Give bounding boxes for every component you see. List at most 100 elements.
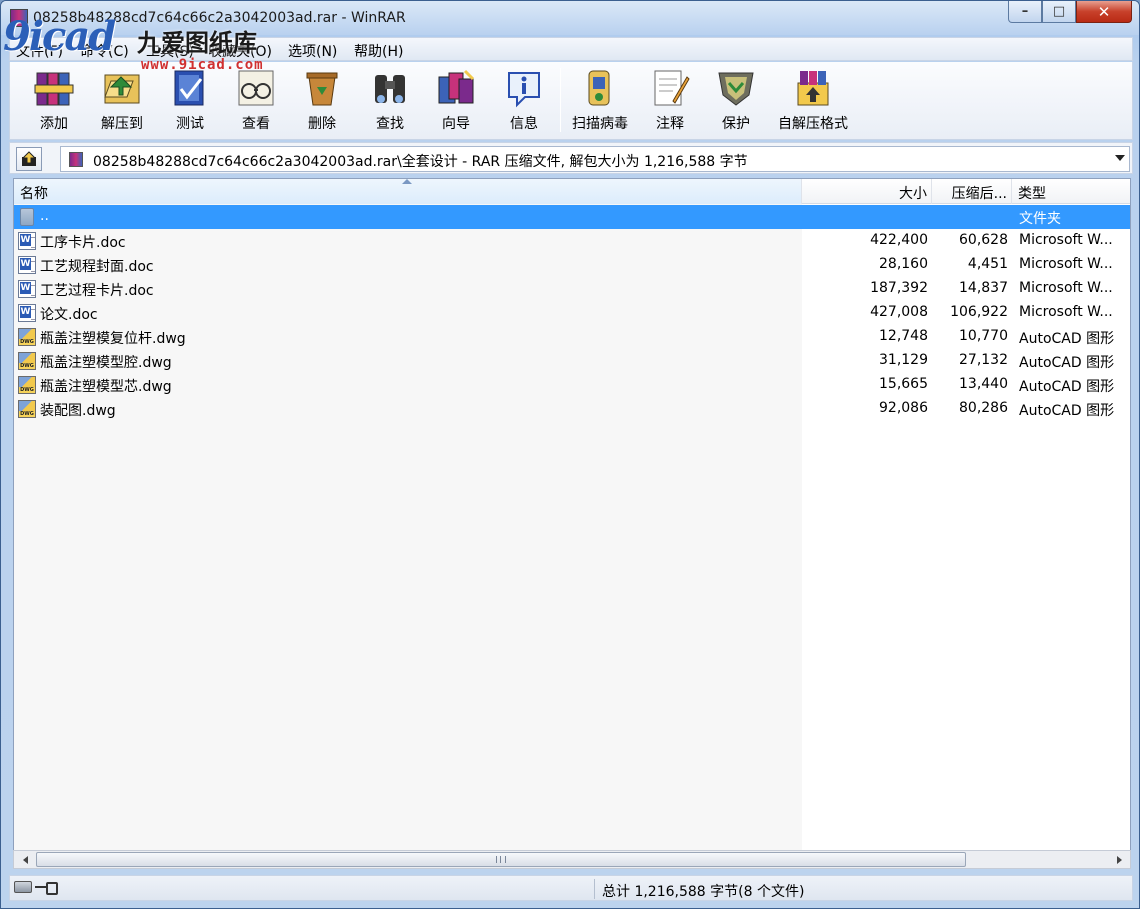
- file-type: Microsoft W...: [1019, 256, 1113, 272]
- file-type: Microsoft W...: [1019, 280, 1113, 296]
- sfx-button[interactable]: 自解压格式: [776, 66, 850, 136]
- file-type: 文件夹: [1019, 211, 1061, 227]
- table-row[interactable]: 工艺规程封面.doc 28,160 4,451 Microsoft W...: [14, 253, 1130, 277]
- minimize-icon: –: [1021, 4, 1029, 19]
- find-button[interactable]: 查找: [354, 66, 426, 136]
- column-header-type[interactable]: 类型: [1012, 179, 1130, 204]
- table-row[interactable]: 瓶盖注塑模型腔.dwg 31,129 27,132 AutoCAD 图形: [14, 349, 1130, 373]
- extract-to-button[interactable]: 解压到: [86, 66, 158, 136]
- file-packed: 10,770: [959, 328, 1008, 344]
- dwg-file-icon: [18, 352, 36, 370]
- file-packed: 106,922: [950, 304, 1008, 320]
- file-size: 31,129: [879, 352, 928, 368]
- file-name: 瓶盖注塑模复位杆.dwg: [40, 331, 186, 347]
- file-packed: 13,440: [959, 376, 1008, 392]
- file-name: 瓶盖注塑模型腔.dwg: [40, 355, 172, 371]
- file-name: 工序卡片.doc: [40, 235, 126, 251]
- info-button[interactable]: 信息: [488, 66, 560, 136]
- wizard-button[interactable]: 向导: [420, 66, 492, 136]
- file-size: 427,008: [870, 304, 928, 320]
- file-name: 工艺过程卡片.doc: [40, 283, 154, 299]
- watermark-overlay: 9icad 九爱图纸库 www.9icad.com: [3, 5, 303, 75]
- list-header: 名称 大小 压缩后... 类型: [14, 179, 1130, 204]
- close-icon: ✕: [1097, 2, 1111, 21]
- info-icon: [503, 66, 545, 110]
- file-type: Microsoft W...: [1019, 232, 1113, 248]
- scan-virus-label: 扫描病毒: [572, 116, 628, 132]
- wizard-label: 向导: [442, 116, 470, 132]
- table-row[interactable]: 装配图.dwg 92,086 80,286 AutoCAD 图形: [14, 397, 1130, 421]
- chevron-down-icon[interactable]: [1115, 155, 1125, 161]
- dwg-file-icon: [18, 328, 36, 346]
- rar-archive-icon: [69, 152, 83, 167]
- column-header-type-label: 类型: [1018, 186, 1046, 202]
- arrow-left-icon: [22, 855, 28, 864]
- test-button[interactable]: 测试: [154, 66, 226, 136]
- up-folder-button[interactable]: [16, 147, 42, 171]
- key-icon[interactable]: [35, 881, 58, 895]
- file-name: 工艺规程封面.doc: [40, 259, 154, 275]
- scan-virus-button[interactable]: 扫描病毒: [564, 66, 636, 136]
- toolbar-separator: [560, 68, 561, 132]
- minimize-button[interactable]: –: [1008, 1, 1042, 23]
- word-doc-icon: [18, 280, 36, 298]
- folder-icon: [20, 208, 34, 226]
- column-header-size-label: 大小: [899, 186, 927, 202]
- file-size: 15,665: [879, 376, 928, 392]
- column-header-packed-label: 压缩后...: [951, 186, 1007, 202]
- delete-label: 删除: [308, 116, 336, 132]
- file-packed: 4,451: [967, 256, 1008, 272]
- address-bar: 08258b48288cd7c64c66c2a3042003ad.rar\全套设…: [9, 142, 1133, 174]
- scroll-right-button[interactable]: [1110, 851, 1128, 868]
- file-type: AutoCAD 图形: [1019, 403, 1115, 419]
- status-bar: 总计 1,216,588 字节(8 个文件): [9, 875, 1133, 901]
- maximize-button[interactable]: □: [1042, 1, 1076, 23]
- comment-pencil-icon: [649, 66, 691, 110]
- table-row[interactable]: 工序卡片.doc 422,400 60,628 Microsoft W...: [14, 229, 1130, 253]
- view-button[interactable]: 查看: [220, 66, 292, 136]
- add-button[interactable]: 添加: [18, 66, 90, 136]
- word-doc-icon: [18, 304, 36, 322]
- word-doc-icon: [18, 232, 36, 250]
- status-divider: [594, 879, 595, 899]
- recycle-bin-icon: [301, 66, 343, 110]
- dwg-file-icon: [18, 376, 36, 394]
- table-row[interactable]: .. 文件夹: [14, 205, 1130, 229]
- watermark-name: 九爱图纸库: [137, 29, 257, 57]
- protect-button[interactable]: 保护: [700, 66, 772, 136]
- status-icons: [14, 881, 58, 895]
- sfx-label: 自解压格式: [778, 116, 848, 132]
- scroll-left-button[interactable]: [16, 851, 34, 868]
- grip-icon: [496, 856, 506, 863]
- horizontal-scrollbar[interactable]: [13, 850, 1131, 869]
- sfx-box-icon: [792, 66, 834, 110]
- file-packed: 27,132: [959, 352, 1008, 368]
- scrollbar-thumb[interactable]: [36, 852, 966, 867]
- path-text: 08258b48288cd7c64c66c2a3042003ad.rar\全套设…: [93, 154, 748, 170]
- up-arrow-icon: [21, 151, 37, 166]
- drive-icon[interactable]: [14, 881, 32, 893]
- word-doc-icon: [18, 256, 36, 274]
- file-size: 187,392: [870, 280, 928, 296]
- table-row[interactable]: 论文.doc 427,008 106,922 Microsoft W...: [14, 301, 1130, 325]
- table-row[interactable]: 工艺过程卡片.doc 187,392 14,837 Microsoft W...: [14, 277, 1130, 301]
- shield-icon: [715, 66, 757, 110]
- protect-label: 保护: [722, 116, 750, 132]
- file-list[interactable]: 名称 大小 压缩后... 类型 .. 文件夹 工序卡片.doc 422,400 …: [13, 178, 1131, 852]
- file-type: AutoCAD 图形: [1019, 355, 1115, 371]
- close-button[interactable]: ✕: [1076, 1, 1132, 23]
- column-header-size[interactable]: 大小: [802, 179, 932, 204]
- window-controls: – □ ✕: [1008, 1, 1132, 23]
- comment-button[interactable]: 注释: [634, 66, 706, 136]
- file-name: 装配图.dwg: [40, 403, 116, 419]
- info-label: 信息: [510, 116, 538, 132]
- path-combobox[interactable]: 08258b48288cd7c64c66c2a3042003ad.rar\全套设…: [60, 146, 1130, 172]
- file-type: AutoCAD 图形: [1019, 379, 1115, 395]
- delete-button[interactable]: 删除: [286, 66, 358, 136]
- table-row[interactable]: 瓶盖注塑模型芯.dwg 15,665 13,440 AutoCAD 图形: [14, 373, 1130, 397]
- file-name: 瓶盖注塑模型芯.dwg: [40, 379, 172, 395]
- test-label: 测试: [176, 116, 204, 132]
- menu-help[interactable]: 帮助(H): [354, 41, 403, 61]
- table-row[interactable]: 瓶盖注塑模复位杆.dwg 12,748 10,770 AutoCAD 图形: [14, 325, 1130, 349]
- column-header-packed[interactable]: 压缩后...: [932, 179, 1012, 204]
